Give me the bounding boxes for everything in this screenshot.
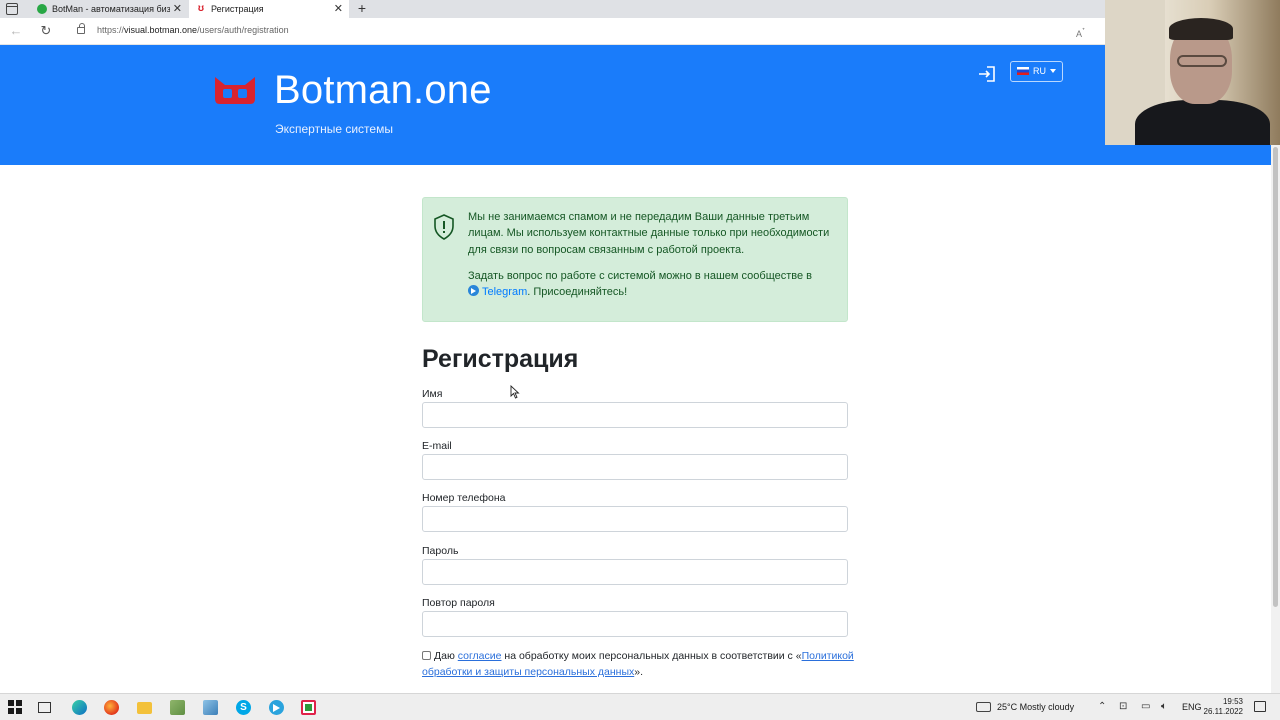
webcam-person-hair: [1169, 18, 1233, 40]
password-label: Пароль: [422, 545, 459, 557]
notice-community-paragraph: Задать вопрос по работе с системой можно…: [468, 268, 840, 301]
notifications-icon[interactable]: [1254, 701, 1266, 712]
consent-link[interactable]: согласие: [458, 650, 502, 662]
email-field[interactable]: [422, 454, 848, 480]
new-tab-button[interactable]: +: [355, 0, 369, 18]
notice-join-text: . Присоединяйтесь!: [527, 286, 628, 299]
tab-close-icon[interactable]: ✕: [334, 0, 343, 18]
scrollbar-thumb[interactable]: [1273, 147, 1278, 607]
notice-community-text: Задать вопрос по работе с системой можно…: [468, 270, 813, 282]
network-icon[interactable]: ⊡: [1119, 701, 1127, 712]
tab-botman-home[interactable]: BotMan - автоматизация бизнес ✕: [30, 0, 188, 18]
weather-icon[interactable]: [976, 702, 991, 712]
notice-paragraph: Мы не занимаемся спамом и не передадим В…: [468, 211, 830, 256]
consent-text-middle: на обработку моих персональных данных в …: [504, 650, 802, 662]
windows-start-icon[interactable]: [8, 700, 23, 715]
site-name[interactable]: Botman.one: [274, 68, 492, 113]
language-dropdown[interactable]: RU: [1010, 61, 1063, 82]
tab-title: BotMan - автоматизация бизнес: [52, 4, 170, 14]
read-aloud-icon[interactable]: Aᐩ: [1076, 26, 1085, 39]
weather-text[interactable]: 25°C Mostly cloudy: [997, 702, 1074, 712]
login-icon[interactable]: [978, 66, 996, 82]
email-label: E-mail: [422, 440, 452, 452]
url-host: visual.botman.one: [124, 25, 198, 35]
tab-actions-icon[interactable]: [6, 3, 18, 15]
url-path: /users/auth/registration: [197, 25, 289, 35]
chevron-up-icon[interactable]: ⌃: [1098, 701, 1106, 712]
app-icon[interactable]: [170, 700, 185, 715]
skype-icon[interactable]: S: [236, 700, 251, 715]
phone-field[interactable]: [422, 506, 848, 532]
clock-time: 19:53: [1222, 697, 1243, 706]
page-scrollbar[interactable]: [1271, 145, 1280, 693]
task-view-icon[interactable]: [38, 702, 51, 713]
taskbar: S 25°C Mostly cloudy ⌃ ⊡ ▭ 🔈︎ ENG 19:53 …: [0, 693, 1280, 720]
site-tagline: Экспертные системы: [275, 122, 393, 136]
botman-logo-icon[interactable]: [213, 75, 257, 105]
phone-label: Номер телефона: [422, 492, 506, 504]
name-field[interactable]: [422, 402, 848, 428]
telegram-link[interactable]: Telegram: [482, 286, 527, 298]
consent-row: Даю согласие на обработку моих персональ…: [422, 648, 862, 680]
password-repeat-label: Повтор пароля: [422, 597, 495, 609]
browser-tab-bar: BotMan - автоматизация бизнес ✕ ʊ Регист…: [0, 0, 1280, 18]
back-arrow-icon[interactable]: ←: [8, 23, 24, 39]
url-prefix: https://: [97, 25, 125, 35]
firefox-icon[interactable]: [104, 700, 119, 715]
telegram-app-icon[interactable]: [269, 700, 284, 715]
site-header: Botman.one Экспертные системы RU: [0, 45, 1271, 165]
volume-icon[interactable]: 🔈︎: [1161, 701, 1167, 712]
edge-browser-icon[interactable]: [72, 700, 87, 715]
battery-icon[interactable]: ▭: [1141, 701, 1150, 712]
consent-text-end: ».: [634, 666, 644, 678]
reload-icon[interactable]: ↻: [38, 23, 54, 39]
consent-text-start: Даю: [434, 650, 455, 662]
webcam-person-body: [1135, 100, 1270, 145]
clock[interactable]: 19:53 26.11.2022: [1199, 697, 1243, 717]
botman-app-icon[interactable]: [301, 700, 316, 715]
address-bar: ← ↻ https://visual.botman.one/users/auth…: [0, 18, 1280, 45]
tab-favicon-icon: [37, 4, 47, 14]
consent-checkbox[interactable]: [422, 651, 431, 660]
tab-registration[interactable]: ʊ Регистрация ✕: [189, 0, 349, 18]
chevron-down-icon: [1050, 69, 1056, 73]
privacy-notice: Мы не занимаемся спамом и не передадим В…: [422, 197, 848, 322]
file-explorer-icon[interactable]: [137, 702, 152, 714]
lock-icon[interactable]: [77, 23, 85, 34]
webcam-person-glasses: [1177, 55, 1227, 67]
url-field[interactable]: https://visual.botman.one/users/auth/reg…: [97, 25, 289, 35]
password-field[interactable]: [422, 559, 848, 585]
password-repeat-field[interactable]: [422, 611, 848, 637]
language-label: RU: [1033, 66, 1046, 76]
tab-title: Регистрация: [211, 4, 264, 14]
telegram-icon[interactable]: [468, 285, 479, 297]
page-title: Регистрация: [422, 345, 579, 373]
shield-exclamation-icon: [434, 214, 454, 240]
webcam-overlay: [1105, 0, 1280, 145]
clock-date: 26.11.2022: [1203, 707, 1243, 716]
tab-close-icon[interactable]: ✕: [173, 0, 182, 18]
tab-botman-favicon-icon: ʊ: [197, 3, 205, 14]
russia-flag-icon: [1017, 67, 1029, 75]
app-icon[interactable]: [203, 700, 218, 715]
name-label: Имя: [422, 388, 443, 400]
